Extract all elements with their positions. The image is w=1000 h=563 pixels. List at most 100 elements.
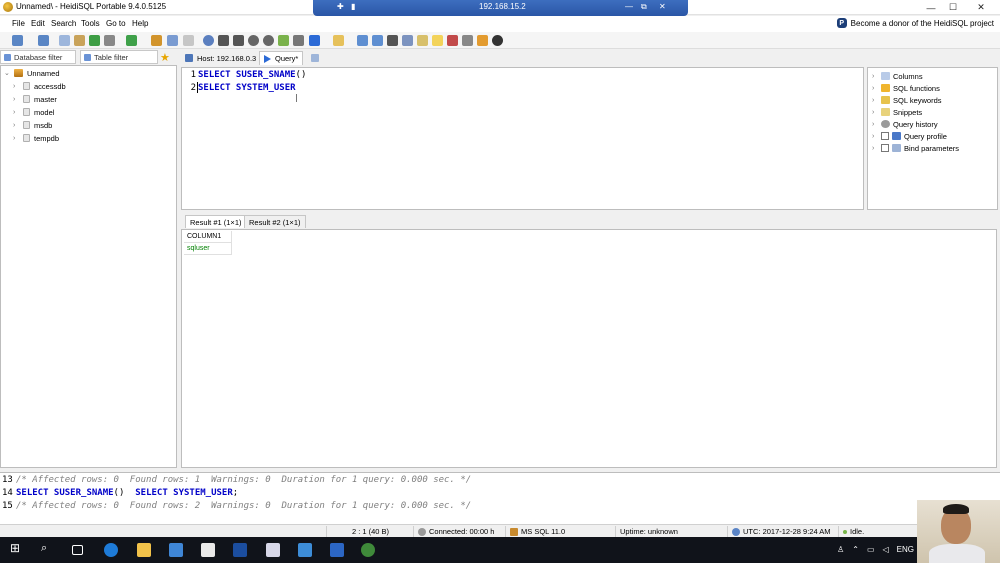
tray-chevron-up-icon[interactable]: ⌃: [852, 545, 859, 554]
chevron-right-icon[interactable]: ›: [13, 83, 19, 90]
helper-snippets[interactable]: › Snippets: [872, 106, 922, 118]
chevron-right-icon[interactable]: ›: [872, 109, 878, 116]
chevron-right-icon[interactable]: ›: [13, 109, 19, 116]
save-sql-icon[interactable]: [357, 35, 368, 46]
replace-icon[interactable]: [402, 35, 413, 46]
menu-tools[interactable]: Tools: [81, 19, 100, 28]
sql-editor[interactable]: 1 SELECT SUSER_SNAME() 2 SELECT SYSTEM_U…: [181, 67, 864, 210]
menu-edit[interactable]: Edit: [31, 19, 45, 28]
helper-bind-parameters[interactable]: › Bind parameters: [872, 142, 959, 154]
chevron-right-icon[interactable]: ›: [872, 133, 878, 140]
windows-start-icon[interactable]: ⊞: [10, 541, 24, 555]
binoculars-icon[interactable]: [387, 35, 398, 46]
format-sql-icon[interactable]: [417, 35, 428, 46]
volume-icon[interactable]: ◁: [883, 545, 889, 554]
chevron-down-icon[interactable]: ⌄: [4, 69, 10, 77]
edge-icon[interactable]: [104, 543, 118, 557]
load-sql-icon[interactable]: [372, 35, 383, 46]
tab-result-2[interactable]: Result #2 (1×1): [244, 215, 306, 228]
chevron-right-icon[interactable]: ›: [872, 85, 878, 92]
task-view-icon[interactable]: [72, 545, 83, 555]
table-filter[interactable]: Table filter: [80, 50, 158, 64]
document-icon[interactable]: [266, 543, 280, 557]
rdp-close-icon[interactable]: ✕: [659, 2, 666, 11]
maintenance-icon[interactable]: [183, 35, 194, 46]
chevron-right-icon[interactable]: ›: [13, 135, 19, 142]
grid-cell[interactable]: sqluser: [184, 243, 232, 255]
mail-icon[interactable]: [201, 543, 215, 557]
exit-icon[interactable]: [492, 35, 503, 46]
prev-record-icon[interactable]: [218, 35, 229, 46]
webcam-overlay: [917, 500, 1000, 563]
heidisql-taskbar-icon[interactable]: [361, 543, 375, 557]
pin-icon[interactable]: ✚: [337, 2, 344, 11]
chevron-right-icon[interactable]: ›: [13, 96, 19, 103]
helper-columns[interactable]: › Columns: [872, 70, 923, 82]
disconnect-icon[interactable]: [38, 35, 49, 46]
print-icon[interactable]: [104, 35, 115, 46]
session-manager-icon[interactable]: [12, 35, 23, 46]
rdp-restore-icon[interactable]: ⧉: [641, 2, 647, 12]
insert-record-icon[interactable]: [248, 35, 259, 46]
bind-parameters-checkbox[interactable]: [881, 144, 889, 152]
settings-icon[interactable]: [462, 35, 473, 46]
create-object-icon[interactable]: [151, 35, 162, 46]
rdp-minimize-icon[interactable]: —: [625, 2, 633, 11]
next-record-icon[interactable]: [233, 35, 244, 46]
chevron-right-icon[interactable]: ›: [872, 73, 878, 80]
donor-link[interactable]: P Become a donor of the HeidiSQL project: [836, 18, 994, 28]
search-icon[interactable]: ⌕: [41, 542, 55, 556]
post-icon[interactable]: [278, 35, 289, 46]
store-icon[interactable]: [169, 543, 183, 557]
network-icon[interactable]: ▭: [867, 545, 875, 554]
database-filter[interactable]: Database filter: [0, 50, 76, 64]
menu-help[interactable]: Help: [132, 19, 148, 28]
tree-root[interactable]: ⌄ Unnamed: [4, 67, 60, 79]
cancel-icon[interactable]: [293, 35, 304, 46]
user-manager-icon[interactable]: [167, 35, 178, 46]
chevron-right-icon[interactable]: ›: [872, 121, 878, 128]
menu-file[interactable]: File: [12, 19, 25, 28]
chevron-right-icon[interactable]: ›: [13, 122, 19, 129]
query-profile-checkbox[interactable]: [881, 132, 889, 140]
new-query-tab-button[interactable]: [307, 51, 323, 65]
menu-search[interactable]: Search: [51, 19, 76, 28]
log-icon[interactable]: [447, 35, 458, 46]
word-wrap-icon[interactable]: [432, 35, 443, 46]
first-record-icon[interactable]: [203, 35, 214, 46]
grid-column-header[interactable]: COLUMN1: [184, 231, 232, 243]
helper-sql-keywords[interactable]: › SQL keywords: [872, 94, 942, 106]
people-icon[interactable]: ♙: [837, 545, 844, 554]
favorites-star-icon[interactable]: ★: [160, 51, 170, 64]
sql-log[interactable]: 13 /* Affected rows: 0 Found rows: 1 War…: [0, 472, 1000, 524]
results-grid[interactable]: COLUMN1 sqluser: [181, 229, 997, 468]
chevron-right-icon[interactable]: ›: [872, 97, 878, 104]
remote-desktop-icon[interactable]: [298, 543, 312, 557]
helper-query-profile[interactable]: › Query profile: [872, 130, 947, 142]
close-button[interactable]: ✕: [958, 0, 1000, 15]
delete-record-icon[interactable]: [263, 35, 274, 46]
tree-item-model[interactable]: › model: [13, 106, 54, 118]
tree-item-tempdb[interactable]: › tempdb: [13, 132, 59, 144]
explain-icon[interactable]: [333, 35, 344, 46]
run-icon[interactable]: [309, 35, 320, 46]
info-icon[interactable]: [477, 35, 488, 46]
tree-item-master[interactable]: › master: [13, 93, 57, 105]
tab-query[interactable]: Query*: [259, 51, 304, 65]
refresh-icon[interactable]: [126, 35, 137, 46]
helper-query-history[interactable]: › Query history: [872, 118, 938, 130]
tab-host[interactable]: Host: 192.168.0.3: [181, 51, 260, 65]
powershell-icon[interactable]: [233, 543, 247, 557]
language-indicator[interactable]: ENG: [897, 545, 914, 554]
file-explorer-icon[interactable]: [137, 543, 151, 557]
tree-item-msdb[interactable]: › msdb: [13, 119, 52, 131]
chevron-right-icon[interactable]: ›: [872, 145, 878, 152]
powershell-ise-icon[interactable]: [330, 543, 344, 557]
tree-item-accessdb[interactable]: › accessdb: [13, 80, 66, 92]
copy-icon[interactable]: [59, 35, 70, 46]
menu-goto[interactable]: Go to: [106, 19, 126, 28]
paste-icon[interactable]: [74, 35, 85, 46]
helper-sql-functions[interactable]: › SQL functions: [872, 82, 940, 94]
tab-result-1[interactable]: Result #1 (1×1): [185, 215, 247, 228]
undo-icon[interactable]: [89, 35, 100, 46]
